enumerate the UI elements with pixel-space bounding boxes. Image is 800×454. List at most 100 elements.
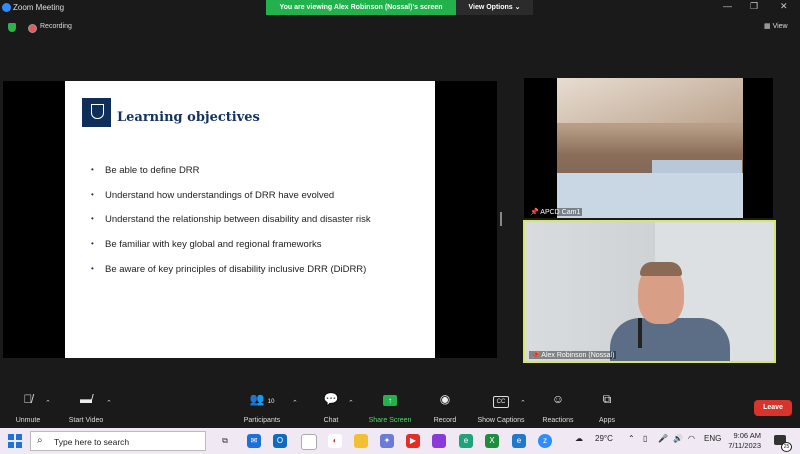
shield-icon[interactable] bbox=[8, 23, 16, 32]
view-options-button[interactable]: View Options ⌄ bbox=[456, 0, 533, 15]
share-screen-button[interactable]: ↑ Share Screen bbox=[364, 390, 416, 428]
shared-screen: Learning objectives Be able to define DR… bbox=[3, 81, 497, 431]
slide-title: Learning objectives bbox=[117, 110, 260, 125]
taskbar-clock[interactable]: 9:06 AM 7/11/2023 bbox=[727, 431, 761, 451]
unmute-label: Unmute bbox=[15, 417, 41, 424]
view-button[interactable]: ▦ View bbox=[764, 22, 788, 30]
chrome-app-icon[interactable]: ◐ bbox=[328, 434, 342, 448]
taskbar-search-box[interactable]: ⌕ Type here to search bbox=[30, 431, 206, 451]
participant-name-label: 📌 APCD Cam1 bbox=[528, 208, 583, 216]
video-tile-alex-robinson[interactable]: 📌 Alex Robinson (Nossal) bbox=[523, 220, 776, 363]
weather-icon[interactable]: ☁ bbox=[575, 434, 583, 443]
clock-date: 7/11/2023 bbox=[728, 441, 761, 450]
record-icon: ◉ bbox=[439, 392, 451, 406]
document-app-icon[interactable] bbox=[301, 434, 317, 450]
edge-app-icon[interactable]: e bbox=[459, 434, 473, 448]
leave-button[interactable]: Leave bbox=[754, 400, 792, 416]
share-banner-message: You are viewing Alex Robinson (Nossal)'s… bbox=[266, 0, 456, 15]
meeting-toolbar: 🎙̸ Unmute ⌃ ▬̸ Start Video ⌃ 👥 10 Partic… bbox=[0, 390, 800, 428]
slide-bullet: Be aware of key principles of disability… bbox=[91, 264, 431, 289]
participant-name-label: 📌 Alex Robinson (Nossal) bbox=[529, 351, 617, 359]
reactions-label: Reactions bbox=[542, 417, 574, 424]
grid-icon: ▦ bbox=[764, 23, 773, 30]
record-button[interactable]: ◉ Record bbox=[428, 390, 462, 428]
speaker-icon[interactable]: 🔊 bbox=[673, 434, 683, 443]
weather-temperature[interactable]: 29°C bbox=[595, 434, 613, 443]
youtube-app-icon[interactable]: ▶ bbox=[406, 434, 420, 448]
university-logo bbox=[82, 98, 111, 127]
close-button[interactable]: ✕ bbox=[780, 1, 788, 12]
person-hair bbox=[640, 262, 682, 276]
apps-button[interactable]: ⧉ Apps bbox=[594, 390, 620, 428]
outlook-app-icon[interactable]: O bbox=[273, 434, 287, 448]
video-tile-apcd-cam1[interactable]: 📌 APCD Cam1 bbox=[524, 78, 773, 218]
video-off-icon: ▬̸ bbox=[80, 392, 92, 406]
pin-icon: 📌 bbox=[530, 209, 541, 216]
chat-bubble-icon: 💬 bbox=[323, 392, 339, 406]
participants-icon-wrap: 👥 10 bbox=[238, 390, 286, 408]
audio-options-chevron-icon[interactable]: ⌃ bbox=[45, 399, 51, 407]
microphone-tray-icon[interactable]: 🎤 bbox=[658, 434, 668, 443]
restore-button[interactable]: ❐ bbox=[750, 1, 758, 12]
person-body bbox=[610, 318, 730, 361]
wifi-icon[interactable]: ◠ bbox=[688, 434, 695, 443]
file-explorer-icon[interactable] bbox=[354, 434, 368, 448]
show-hidden-icons-chevron-icon[interactable]: ⌃ bbox=[628, 434, 635, 443]
unmute-button[interactable]: 🎙̸ Unmute bbox=[8, 390, 48, 428]
recording-label: Recording bbox=[40, 23, 72, 30]
excel-app-icon[interactable]: X bbox=[485, 434, 499, 448]
pin-icon: 📌 bbox=[531, 352, 542, 359]
participants-options-chevron-icon[interactable]: ⌃ bbox=[292, 399, 298, 407]
start-video-label: Start Video bbox=[68, 417, 104, 424]
participant-name: Alex Robinson (Nossal) bbox=[541, 352, 615, 359]
participants-count: 10 bbox=[267, 399, 275, 405]
conference-room-video bbox=[557, 78, 743, 218]
apps-icon: ⧉ bbox=[602, 392, 612, 406]
start-video-button[interactable]: ▬̸ Start Video bbox=[62, 390, 110, 428]
recording-icon bbox=[28, 24, 37, 33]
slide-bullet: Understand how understandings of DRR hav… bbox=[91, 190, 431, 215]
reactions-button[interactable]: ☺ Reactions bbox=[538, 390, 578, 428]
participants-icon: 👥 bbox=[249, 392, 265, 406]
edge-dev-app-icon[interactable]: e bbox=[512, 434, 526, 448]
show-captions-label: Show Captions bbox=[477, 417, 525, 424]
share-banner: You are viewing Alex Robinson (Nossal)'s… bbox=[266, 0, 533, 15]
task-view-icon[interactable]: ⧉ bbox=[218, 434, 232, 448]
mail-app-icon[interactable]: ✉ bbox=[247, 434, 261, 448]
view-options-label: View Options bbox=[468, 4, 513, 11]
chat-label: Chat bbox=[323, 417, 339, 424]
windows-start-icon[interactable] bbox=[8, 434, 22, 448]
apps-label: Apps bbox=[599, 417, 615, 424]
zoom-app-icon bbox=[2, 3, 11, 12]
participants-label: Participants bbox=[243, 417, 281, 424]
slide-bullet-list: Be able to define DRR Understand how und… bbox=[91, 165, 431, 288]
share-screen-icon: ↑ bbox=[364, 390, 416, 408]
participant-name: APCD Cam1 bbox=[540, 209, 581, 216]
slide-bullet: Understand the relationship between disa… bbox=[91, 214, 431, 239]
search-placeholder: Type here to search bbox=[54, 437, 130, 447]
captions-options-chevron-icon[interactable]: ⌃ bbox=[520, 399, 526, 407]
presentation-slide: Learning objectives Be able to define DR… bbox=[65, 81, 435, 358]
meeting-status-bar: Recording ▦ View bbox=[0, 18, 800, 36]
window-title: Zoom Meeting bbox=[13, 3, 65, 12]
language-indicator[interactable]: ENG bbox=[704, 434, 721, 443]
video-options-chevron-icon[interactable]: ⌃ bbox=[106, 399, 112, 407]
battery-icon[interactable]: ▯ bbox=[643, 434, 647, 443]
zoom-taskbar-icon[interactable]: z bbox=[538, 434, 552, 448]
participants-button[interactable]: 👥 10 Participants bbox=[238, 390, 286, 428]
panel-resize-handle[interactable] bbox=[500, 212, 502, 226]
show-captions-button[interactable]: CC Show Captions bbox=[472, 390, 530, 428]
clipchamp-app-icon[interactable] bbox=[432, 434, 446, 448]
chat-button[interactable]: 💬 Chat bbox=[318, 390, 344, 428]
slide-bullet: Be familiar with key global and regional… bbox=[91, 239, 431, 264]
record-label: Record bbox=[433, 417, 457, 424]
room-ceiling bbox=[557, 78, 743, 123]
slide-bullet: Be able to define DRR bbox=[91, 165, 431, 190]
muted-microphone-icon: 🎙̸ bbox=[23, 392, 33, 406]
microphone bbox=[638, 318, 642, 348]
chat-options-chevron-icon[interactable]: ⌃ bbox=[348, 399, 354, 407]
copilot-app-icon[interactable]: ✦ bbox=[380, 434, 394, 448]
clock-time: 9:06 AM bbox=[733, 431, 761, 440]
minimize-button[interactable]: — bbox=[723, 1, 732, 11]
smiley-icon: ☺ bbox=[551, 392, 565, 406]
